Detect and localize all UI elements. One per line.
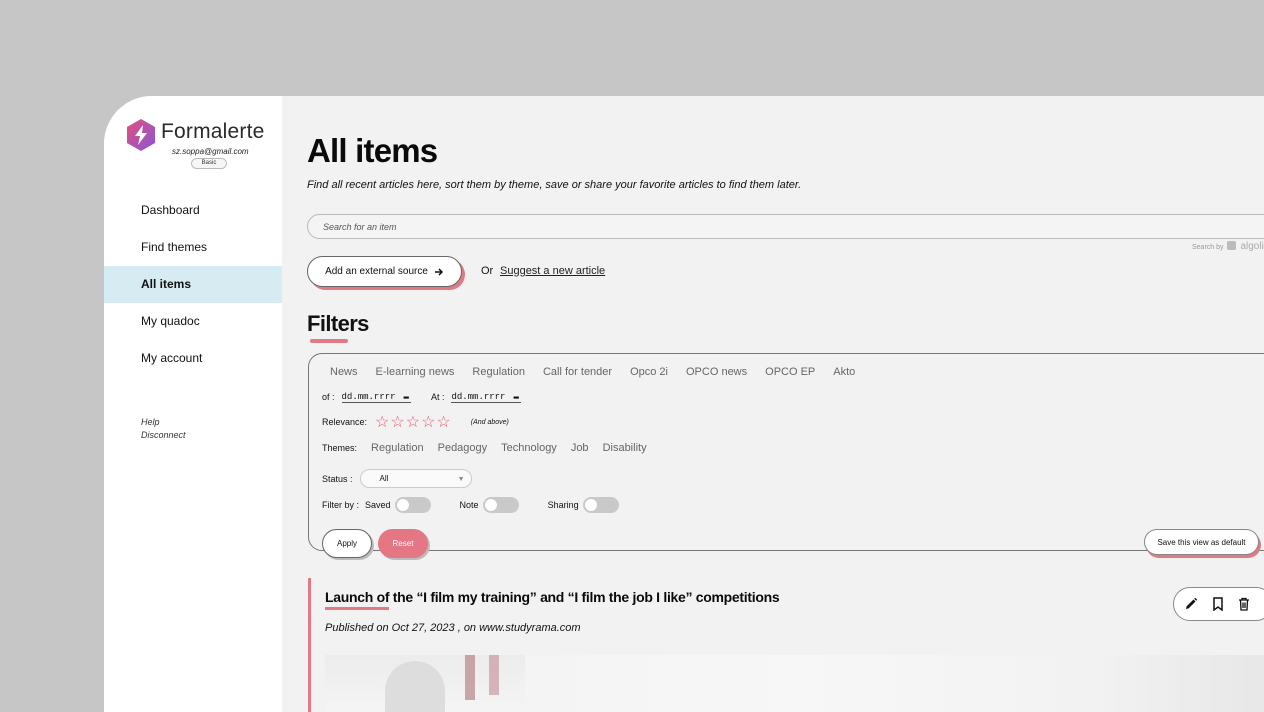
saved-toggle-label: Saved <box>365 500 391 510</box>
status-row: Status : All ▼ <box>322 469 472 488</box>
main-content: All items Find all recent articles here,… <box>282 96 1264 712</box>
bookmark-icon[interactable] <box>1212 597 1224 611</box>
user-email: sz.soppa@gmail.com <box>172 147 249 156</box>
save-view-default-button[interactable]: Save this view as default <box>1144 529 1259 555</box>
image-region <box>465 655 475 700</box>
article-actions <box>1173 587 1264 621</box>
add-external-source-label: Add an external source <box>325 266 428 277</box>
brand-logo[interactable]: Formalerte sz.soppa@gmail.com Basic <box>124 116 282 172</box>
star-icon[interactable]: ☆ <box>375 412 389 432</box>
article-title-underline <box>325 607 389 610</box>
article-image <box>325 655 1264 712</box>
apply-button[interactable]: Apply <box>322 529 372 558</box>
suggest-article-link[interactable]: Suggest a new article <box>500 265 605 277</box>
search-by-label: Search by <box>1192 244 1224 251</box>
search-by-algolia: Search by algolia <box>1192 241 1264 252</box>
reset-button[interactable]: Reset <box>378 529 428 558</box>
sharing-toggle-label: Sharing <box>547 500 579 510</box>
theme-chip[interactable]: Technology <box>501 442 557 454</box>
image-region <box>489 655 499 695</box>
filters-title: Filters <box>307 311 369 336</box>
star-icon[interactable]: ☆ <box>406 412 420 432</box>
category-chip[interactable]: Call for tender <box>543 366 612 378</box>
star-icon[interactable]: ☆ <box>390 412 404 432</box>
sidebar-item-all-items[interactable]: All items <box>104 266 282 303</box>
themes-row: Themes: Regulation Pedagogy Technology J… <box>322 442 647 454</box>
filter-by-label: Filter by : <box>322 500 360 510</box>
date-to-value: dd.mm.rrrr <box>451 391 506 402</box>
category-chip[interactable]: OPCO EP <box>765 366 815 378</box>
theme-chip[interactable]: Regulation <box>371 442 424 454</box>
sidebar-item-dashboard[interactable]: Dashboard <box>104 192 282 229</box>
disconnect-link[interactable]: Disconnect <box>141 429 186 442</box>
sidebar: Formalerte sz.soppa@gmail.com Basic Dash… <box>104 96 282 712</box>
algolia-label: algolia <box>1240 241 1264 252</box>
theme-chips: Regulation Pedagogy Technology Job Disab… <box>371 442 647 454</box>
category-chip[interactable]: Akto <box>833 366 855 378</box>
sidebar-item-my-account[interactable]: My account <box>104 340 282 377</box>
category-chips: News E-learning news Regulation Call for… <box>330 366 855 378</box>
help-link[interactable]: Help <box>141 416 186 429</box>
theme-chip[interactable]: Pedagogy <box>438 442 488 454</box>
relevance-label: Relevance: <box>322 417 368 427</box>
date-to-input[interactable]: dd.mm.rrrr ▬ <box>451 391 521 403</box>
toggle-knob <box>584 499 597 511</box>
calendar-icon: ▬ <box>403 391 409 402</box>
page-subtitle: Find all recent articles here, sort them… <box>307 179 802 191</box>
toggle-knob <box>484 499 497 511</box>
article-title[interactable]: Launch of the “I film my training” and “… <box>325 589 780 605</box>
arrow-right-icon <box>434 267 443 276</box>
theme-chip[interactable]: Disability <box>603 442 647 454</box>
chevron-down-icon: ▼ <box>457 476 465 483</box>
and-above-label: (And above) <box>470 418 509 426</box>
category-chip[interactable]: Regulation <box>472 366 525 378</box>
date-from-value: dd.mm.rrrr <box>341 391 396 402</box>
theme-chip[interactable]: Job <box>571 442 589 454</box>
filters-panel: News E-learning news Regulation Call for… <box>308 353 1264 558</box>
trash-icon[interactable] <box>1238 597 1250 611</box>
formalerte-logo-icon <box>127 119 155 151</box>
article-card: Launch of the “I film my training” and “… <box>308 578 1264 712</box>
star-icon[interactable]: ☆ <box>421 412 435 432</box>
category-chip[interactable]: OPCO news <box>686 366 747 378</box>
plan-badge: Basic <box>191 158 227 169</box>
date-to-label: At : <box>430 392 445 402</box>
note-toggle-label: Note <box>459 500 479 510</box>
sharing-toggle[interactable] <box>582 497 619 513</box>
sidebar-item-my-quadoc[interactable]: My quadoc <box>104 303 282 340</box>
themes-label: Themes: <box>322 443 358 453</box>
image-region <box>385 661 445 712</box>
category-chip[interactable]: Opco 2i <box>630 366 668 378</box>
date-from-label: of : <box>322 392 335 402</box>
add-external-source-button[interactable]: Add an external source <box>307 256 462 287</box>
or-label: Or <box>481 265 494 277</box>
algolia-icon <box>1227 241 1237 250</box>
filter-by-row: Filter by : Saved Note Sharing <box>322 497 619 513</box>
calendar-icon: ▬ <box>513 391 519 402</box>
date-range-row: of : dd.mm.rrrr ▬ At : dd.mm.rrrr ▬ <box>322 391 521 403</box>
app-window: Formalerte sz.soppa@gmail.com Basic Dash… <box>104 96 1264 712</box>
status-select[interactable]: All ▼ <box>359 469 472 488</box>
page-title: All items <box>307 132 438 169</box>
relevance-stars[interactable]: ☆ ☆ ☆ ☆ ☆ <box>375 412 451 432</box>
search-input[interactable] <box>307 214 1264 239</box>
date-from-input[interactable]: dd.mm.rrrr ▬ <box>341 391 411 403</box>
status-select-value: All <box>379 474 389 483</box>
sidebar-footer-links: Help Disconnect <box>141 416 186 442</box>
saved-toggle[interactable] <box>394 497 431 513</box>
edit-icon[interactable] <box>1184 597 1198 611</box>
category-chip[interactable]: News <box>330 366 358 378</box>
sidebar-item-find-themes[interactable]: Find themes <box>104 229 282 266</box>
brand-name: Formalerte <box>161 120 265 143</box>
status-label: Status : <box>322 473 353 484</box>
note-toggle[interactable] <box>482 497 519 513</box>
filters-title-underline <box>310 339 348 343</box>
star-icon[interactable]: ☆ <box>436 412 450 432</box>
category-chip[interactable]: E-learning news <box>376 366 455 378</box>
toggle-knob <box>396 499 409 511</box>
relevance-row: Relevance: ☆ ☆ ☆ ☆ ☆ (And above) <box>322 412 509 432</box>
article-meta: Published on Oct 27, 2023 , on www.study… <box>325 622 581 634</box>
sidebar-nav: Dashboard Find themes All items My quado… <box>104 192 282 377</box>
